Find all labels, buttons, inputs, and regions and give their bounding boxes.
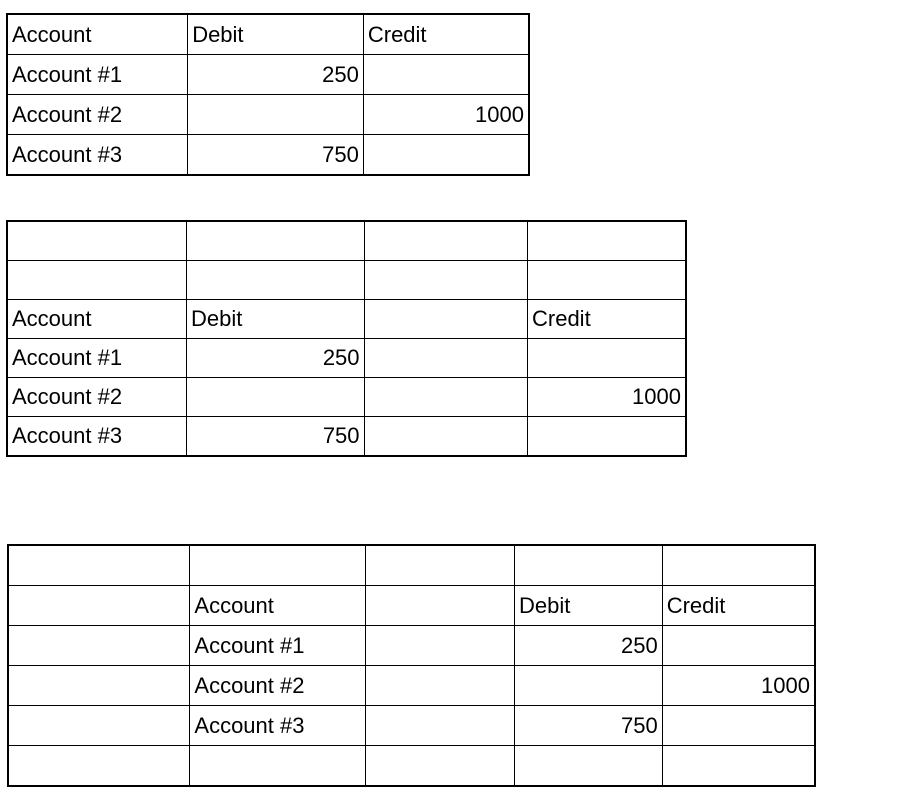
cell-empty <box>365 585 515 626</box>
cell-credit-value <box>527 416 687 457</box>
cell-debit-value: 250 <box>186 338 365 378</box>
table-row: Account Debit Credit <box>6 13 530 55</box>
cell-empty <box>527 220 687 261</box>
table-row: Account #2 1000 <box>6 377 687 417</box>
table-row: Account #1 250 <box>6 338 687 378</box>
cell-debit-value <box>513 665 663 706</box>
cell-account-name: Account #1 <box>6 338 188 378</box>
table-row: Account #2 1000 <box>7 665 816 706</box>
cell-account-header: Account <box>6 299 188 339</box>
cell-debit-value: 250 <box>187 54 364 95</box>
cell-account-name: Account #1 <box>6 54 189 95</box>
cell-credit-header: Credit <box>527 299 687 339</box>
table-2-body: Account Debit Credit Account #1 250 Acco… <box>6 220 687 457</box>
cell-debit-header: Debit <box>513 585 663 626</box>
cell-credit-value <box>362 54 530 95</box>
cell-empty <box>7 625 191 666</box>
cell-credit-value <box>527 338 687 378</box>
cell-empty <box>7 705 191 746</box>
cell-empty <box>527 260 687 300</box>
cell-credit-value <box>661 705 816 746</box>
accounting-table-3: Account Debit Credit Account #1 250 Acco… <box>7 544 816 787</box>
table-row: Account Debit Credit <box>7 585 816 626</box>
table-row: Account #2 1000 <box>6 94 530 135</box>
cell-credit-header: Credit <box>661 585 816 626</box>
cell-credit-value <box>661 625 816 666</box>
cell-account-name: Account #1 <box>189 625 367 666</box>
table-3-body: Account Debit Credit Account #1 250 Acco… <box>7 544 816 787</box>
cell-account-name: Account #3 <box>189 705 367 746</box>
table-row: Account #3 750 <box>6 416 687 457</box>
cell-account-name: Account #2 <box>6 94 189 135</box>
cell-debit-value <box>187 94 364 135</box>
table-row: Account #3 750 <box>7 705 816 746</box>
cell-credit-value <box>362 134 530 176</box>
cell-credit-header: Credit <box>362 13 530 55</box>
accounting-table-2: Account Debit Credit Account #1 250 Acco… <box>6 220 687 457</box>
cell-empty <box>186 220 365 261</box>
cell-empty <box>363 220 529 261</box>
cell-debit-header: Debit <box>186 299 365 339</box>
table-row: Account #1 250 <box>6 54 530 95</box>
table-row <box>6 260 687 300</box>
cell-empty <box>365 665 515 706</box>
table-1-body: Account Debit Credit Account #1 250 Acco… <box>6 13 530 176</box>
cell-empty <box>189 544 367 586</box>
cell-empty <box>363 338 529 378</box>
table-row: Account #1 250 <box>7 625 816 666</box>
cell-account-name: Account #3 <box>6 134 189 176</box>
cell-empty <box>186 260 365 300</box>
cell-empty <box>363 299 529 339</box>
cell-debit-value <box>186 377 365 417</box>
cell-empty <box>365 705 515 746</box>
cell-empty <box>363 416 529 457</box>
cell-debit-value: 250 <box>513 625 663 666</box>
cell-account-name: Account #2 <box>6 377 188 417</box>
cell-empty <box>363 260 529 300</box>
table-row: Account Debit Credit <box>6 299 687 339</box>
cell-account-header: Account <box>6 13 189 55</box>
table-row <box>7 544 816 586</box>
cell-empty <box>7 544 191 586</box>
cell-empty <box>365 625 515 666</box>
cell-account-name: Account #3 <box>6 416 188 457</box>
cell-empty <box>365 544 515 586</box>
cell-debit-header: Debit <box>187 13 364 55</box>
cell-credit-value: 1000 <box>527 377 687 417</box>
cell-debit-value: 750 <box>513 705 663 746</box>
cell-empty <box>7 665 191 706</box>
cell-empty <box>513 544 663 586</box>
table-row <box>6 220 687 261</box>
table-row: Account #3 750 <box>6 134 530 176</box>
cell-empty <box>6 260 188 300</box>
cell-debit-value: 750 <box>186 416 365 457</box>
cell-empty <box>661 544 816 586</box>
cell-empty <box>363 377 529 417</box>
cell-empty <box>6 220 188 261</box>
cell-credit-value: 1000 <box>362 94 530 135</box>
cell-empty <box>7 585 191 626</box>
cell-account-header: Account <box>189 585 367 626</box>
cell-debit-value: 750 <box>187 134 364 176</box>
accounting-table-1: Account Debit Credit Account #1 250 Acco… <box>6 13 530 176</box>
cell-account-name: Account #2 <box>189 665 367 706</box>
cell-credit-value: 1000 <box>661 665 816 706</box>
